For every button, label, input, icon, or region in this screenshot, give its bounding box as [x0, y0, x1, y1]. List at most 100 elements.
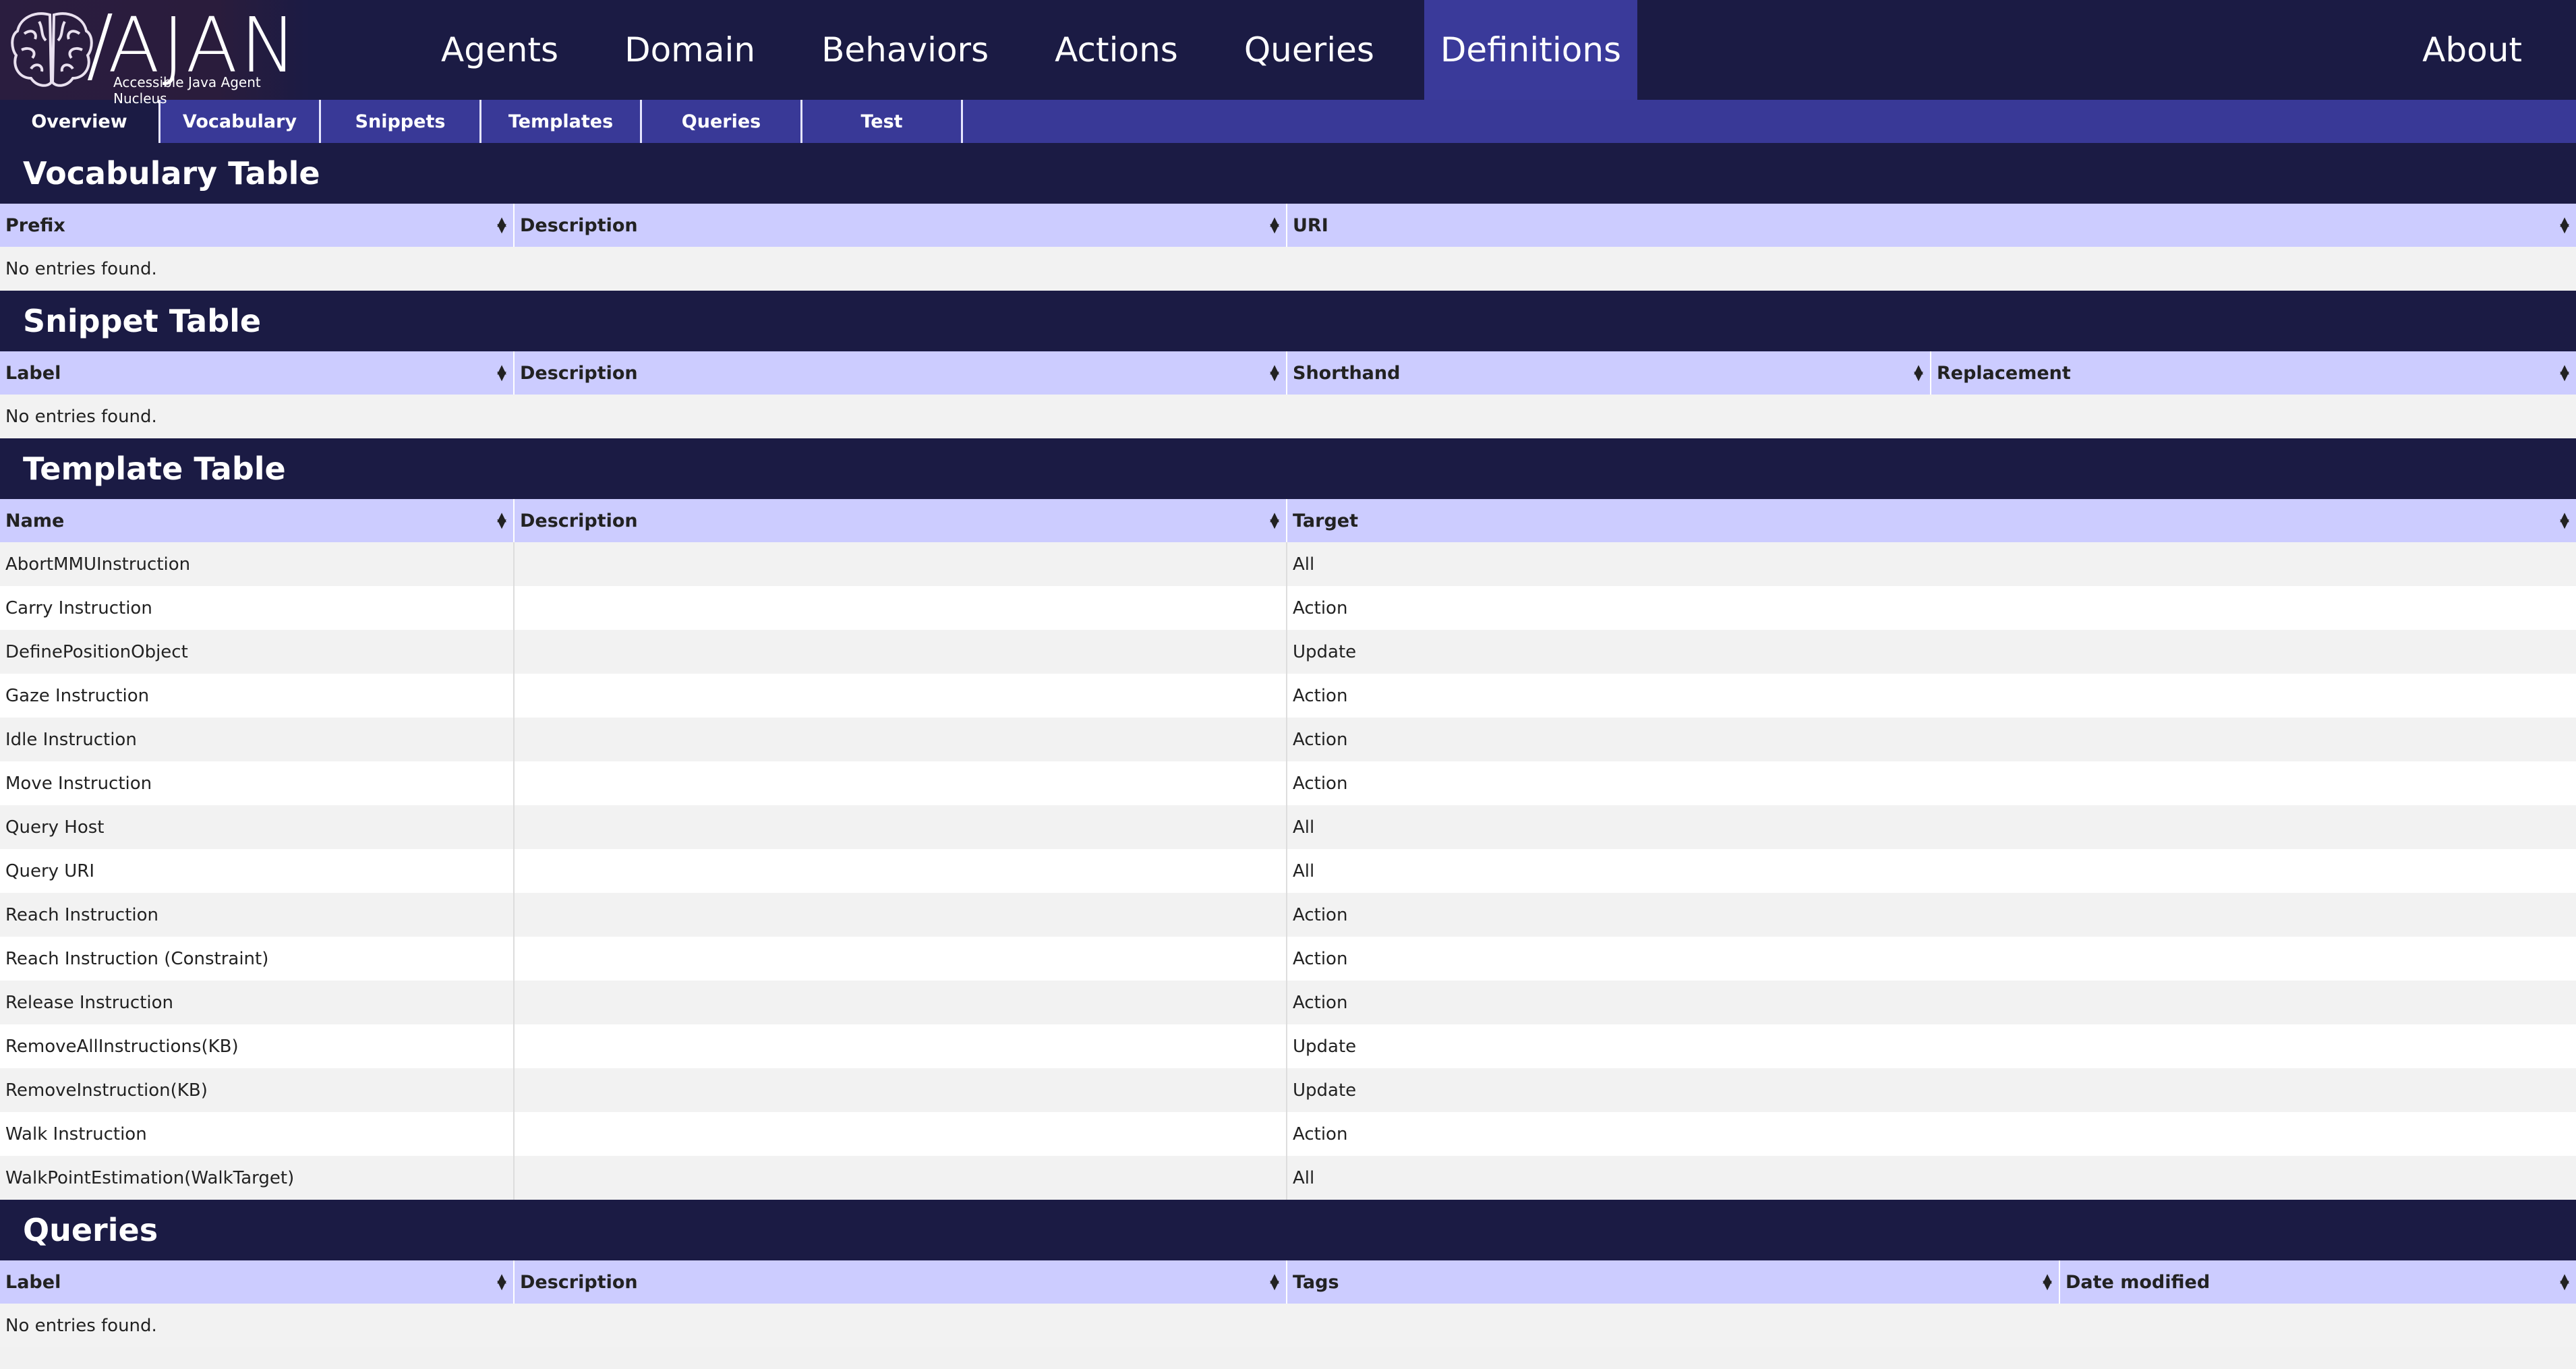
table-row[interactable]: Gaze Instruction Action [0, 674, 2576, 718]
table-row[interactable]: DefinePositionObject Update [0, 630, 2576, 674]
sort-icon[interactable]: ▲ ▼ [1914, 363, 1923, 382]
queries-table: Label ▲ ▼ Description ▲ ▼ Tags ▲ ▼ Date modifi… [0, 1260, 2576, 1347]
template-target: All [1287, 542, 2576, 586]
template-name[interactable]: Reach Instruction (Constraint) [0, 937, 515, 981]
template-target: Action [1287, 981, 2576, 1024]
template-description [514, 1156, 1287, 1200]
sort-icon[interactable]: ▲ ▼ [2560, 511, 2569, 530]
template-name[interactable]: Gaze Instruction [0, 674, 515, 718]
template-name[interactable]: Idle Instruction [0, 718, 515, 761]
template-name[interactable]: Walk Instruction [0, 1112, 515, 1156]
template-name[interactable]: RemoveInstruction(KB) [0, 1068, 515, 1112]
nav-about[interactable]: About [2422, 0, 2522, 100]
template-description [514, 805, 1287, 849]
main-nav: Agents Domain Behaviors Actions Queries … [425, 0, 1638, 100]
template-name[interactable]: AbortMMUInstruction [0, 542, 515, 586]
table-row[interactable]: Reach Instruction (Constraint) Action [0, 937, 2576, 981]
sort-icon[interactable]: ▲ ▼ [2560, 363, 2569, 382]
table-row[interactable]: Carry Instruction Action [0, 586, 2576, 630]
sort-icon[interactable]: ▲ ▼ [497, 511, 506, 530]
tab-templates[interactable]: Templates [481, 100, 642, 143]
column-header-label[interactable]: Label ▲ ▼ [0, 1260, 515, 1304]
sort-icon[interactable]: ▲ ▼ [2043, 1273, 2052, 1291]
template-target: Action [1287, 893, 2576, 937]
template-name[interactable]: Carry Instruction [0, 586, 515, 630]
template-description [514, 849, 1287, 893]
template-name[interactable]: Release Instruction [0, 981, 515, 1024]
tab-test[interactable]: Test [802, 100, 963, 143]
template-target: Update [1287, 1024, 2576, 1068]
sort-icon[interactable]: ▲ ▼ [1270, 216, 1279, 235]
table-row[interactable]: Walk Instruction Action [0, 1112, 2576, 1156]
sort-icon[interactable]: ▲ ▼ [2560, 1273, 2569, 1291]
column-header-description[interactable]: Description ▲ ▼ [514, 351, 1287, 395]
template-name[interactable]: Reach Instruction [0, 893, 515, 937]
column-header-label[interactable]: Label ▲ ▼ [0, 351, 515, 395]
template-name[interactable]: Query URI [0, 849, 515, 893]
template-description [514, 1024, 1287, 1068]
sort-icon[interactable]: ▲ ▼ [497, 216, 506, 235]
sort-icon[interactable]: ▲ ▼ [1270, 363, 1279, 382]
table-row[interactable]: RemoveInstruction(KB) Update [0, 1068, 2576, 1112]
template-target: Action [1287, 937, 2576, 981]
column-header-description[interactable]: Description ▲ ▼ [514, 204, 1287, 247]
column-header-replacement[interactable]: Replacement ▲ ▼ [1931, 351, 2576, 395]
column-header-target[interactable]: Target ▲ ▼ [1287, 499, 2576, 542]
template-table-body: AbortMMUInstruction All Carry Instruction… [0, 542, 2576, 1200]
table-row[interactable]: RemoveAllInstructions(KB) Update [0, 1024, 2576, 1068]
vocabulary-table: Prefix ▲ ▼ Description ▲ ▼ URI ▲ ▼ No entries … [0, 204, 2576, 291]
template-name[interactable]: Query Host [0, 805, 515, 849]
table-row[interactable]: Move Instruction Action [0, 761, 2576, 805]
template-table: Name ▲ ▼ Description ▲ ▼ Target ▲ ▼ AbortMMUIn… [0, 499, 2576, 1200]
column-header-tags[interactable]: Tags ▲ ▼ [1287, 1260, 2060, 1304]
table-row[interactable]: Query Host All [0, 805, 2576, 849]
table-row[interactable]: AbortMMUInstruction All [0, 542, 2576, 586]
nav-agents[interactable]: Agents [425, 0, 575, 100]
template-table-title: Template Table [0, 438, 2576, 499]
template-name[interactable]: RemoveAllInstructions(KB) [0, 1024, 515, 1068]
nav-behaviors[interactable]: Behaviors [805, 0, 1005, 100]
column-header-uri[interactable]: URI ▲ ▼ [1287, 204, 2576, 247]
column-header-shorthand[interactable]: Shorthand ▲ ▼ [1287, 351, 1931, 395]
template-name[interactable]: WalkPointEstimation(WalkTarget) [0, 1156, 515, 1200]
column-header-date-modified[interactable]: Date modified ▲ ▼ [2059, 1260, 2576, 1304]
template-description [514, 937, 1287, 981]
table-row[interactable]: WalkPointEstimation(WalkTarget) All [0, 1156, 2576, 1200]
nav-queries[interactable]: Queries [1228, 0, 1391, 100]
table-row[interactable]: Query URI All [0, 849, 2576, 893]
sort-icon[interactable]: ▲ ▼ [1270, 1273, 1279, 1291]
vocabulary-table-title: Vocabulary Table [0, 143, 2576, 204]
template-name[interactable]: Move Instruction [0, 761, 515, 805]
template-target: All [1287, 1156, 2576, 1200]
empty-message: No entries found. [0, 1304, 2576, 1347]
template-target: Action [1287, 674, 2576, 718]
template-description [514, 718, 1287, 761]
column-header-name[interactable]: Name ▲ ▼ [0, 499, 515, 542]
nav-definitions[interactable]: Definitions [1424, 0, 1638, 100]
nav-actions[interactable]: Actions [1038, 0, 1194, 100]
tab-queries[interactable]: Queries [642, 100, 802, 143]
ajan-logo[interactable]: / AJAN Accessible Java Agent Nucleus [0, 0, 310, 107]
column-header-description[interactable]: Description ▲ ▼ [514, 1260, 1287, 1304]
table-row[interactable]: Release Instruction Action [0, 981, 2576, 1024]
sort-icon[interactable]: ▲ ▼ [497, 1273, 506, 1291]
table-row[interactable]: Idle Instruction Action [0, 718, 2576, 761]
snippet-table: Label ▲ ▼ Description ▲ ▼ Shorthand ▲ ▼ Replac… [0, 351, 2576, 438]
nav-domain[interactable]: Domain [608, 0, 771, 100]
column-header-description[interactable]: Description ▲ ▼ [514, 499, 1287, 542]
template-name[interactable]: DefinePositionObject [0, 630, 515, 674]
column-header-prefix[interactable]: Prefix ▲ ▼ [0, 204, 515, 247]
tab-snippets[interactable]: Snippets [321, 100, 481, 143]
brain-icon [11, 12, 93, 87]
template-description [514, 1112, 1287, 1156]
template-description [514, 981, 1287, 1024]
template-target: All [1287, 805, 2576, 849]
sort-icon[interactable]: ▲ ▼ [2560, 216, 2569, 235]
sort-icon[interactable]: ▲ ▼ [1270, 511, 1279, 530]
template-target: Action [1287, 586, 2576, 630]
logo-name: AJAN [108, 2, 300, 90]
template-description [514, 630, 1287, 674]
sort-icon[interactable]: ▲ ▼ [497, 363, 506, 382]
template-description [514, 1068, 1287, 1112]
table-row[interactable]: Reach Instruction Action [0, 893, 2576, 937]
